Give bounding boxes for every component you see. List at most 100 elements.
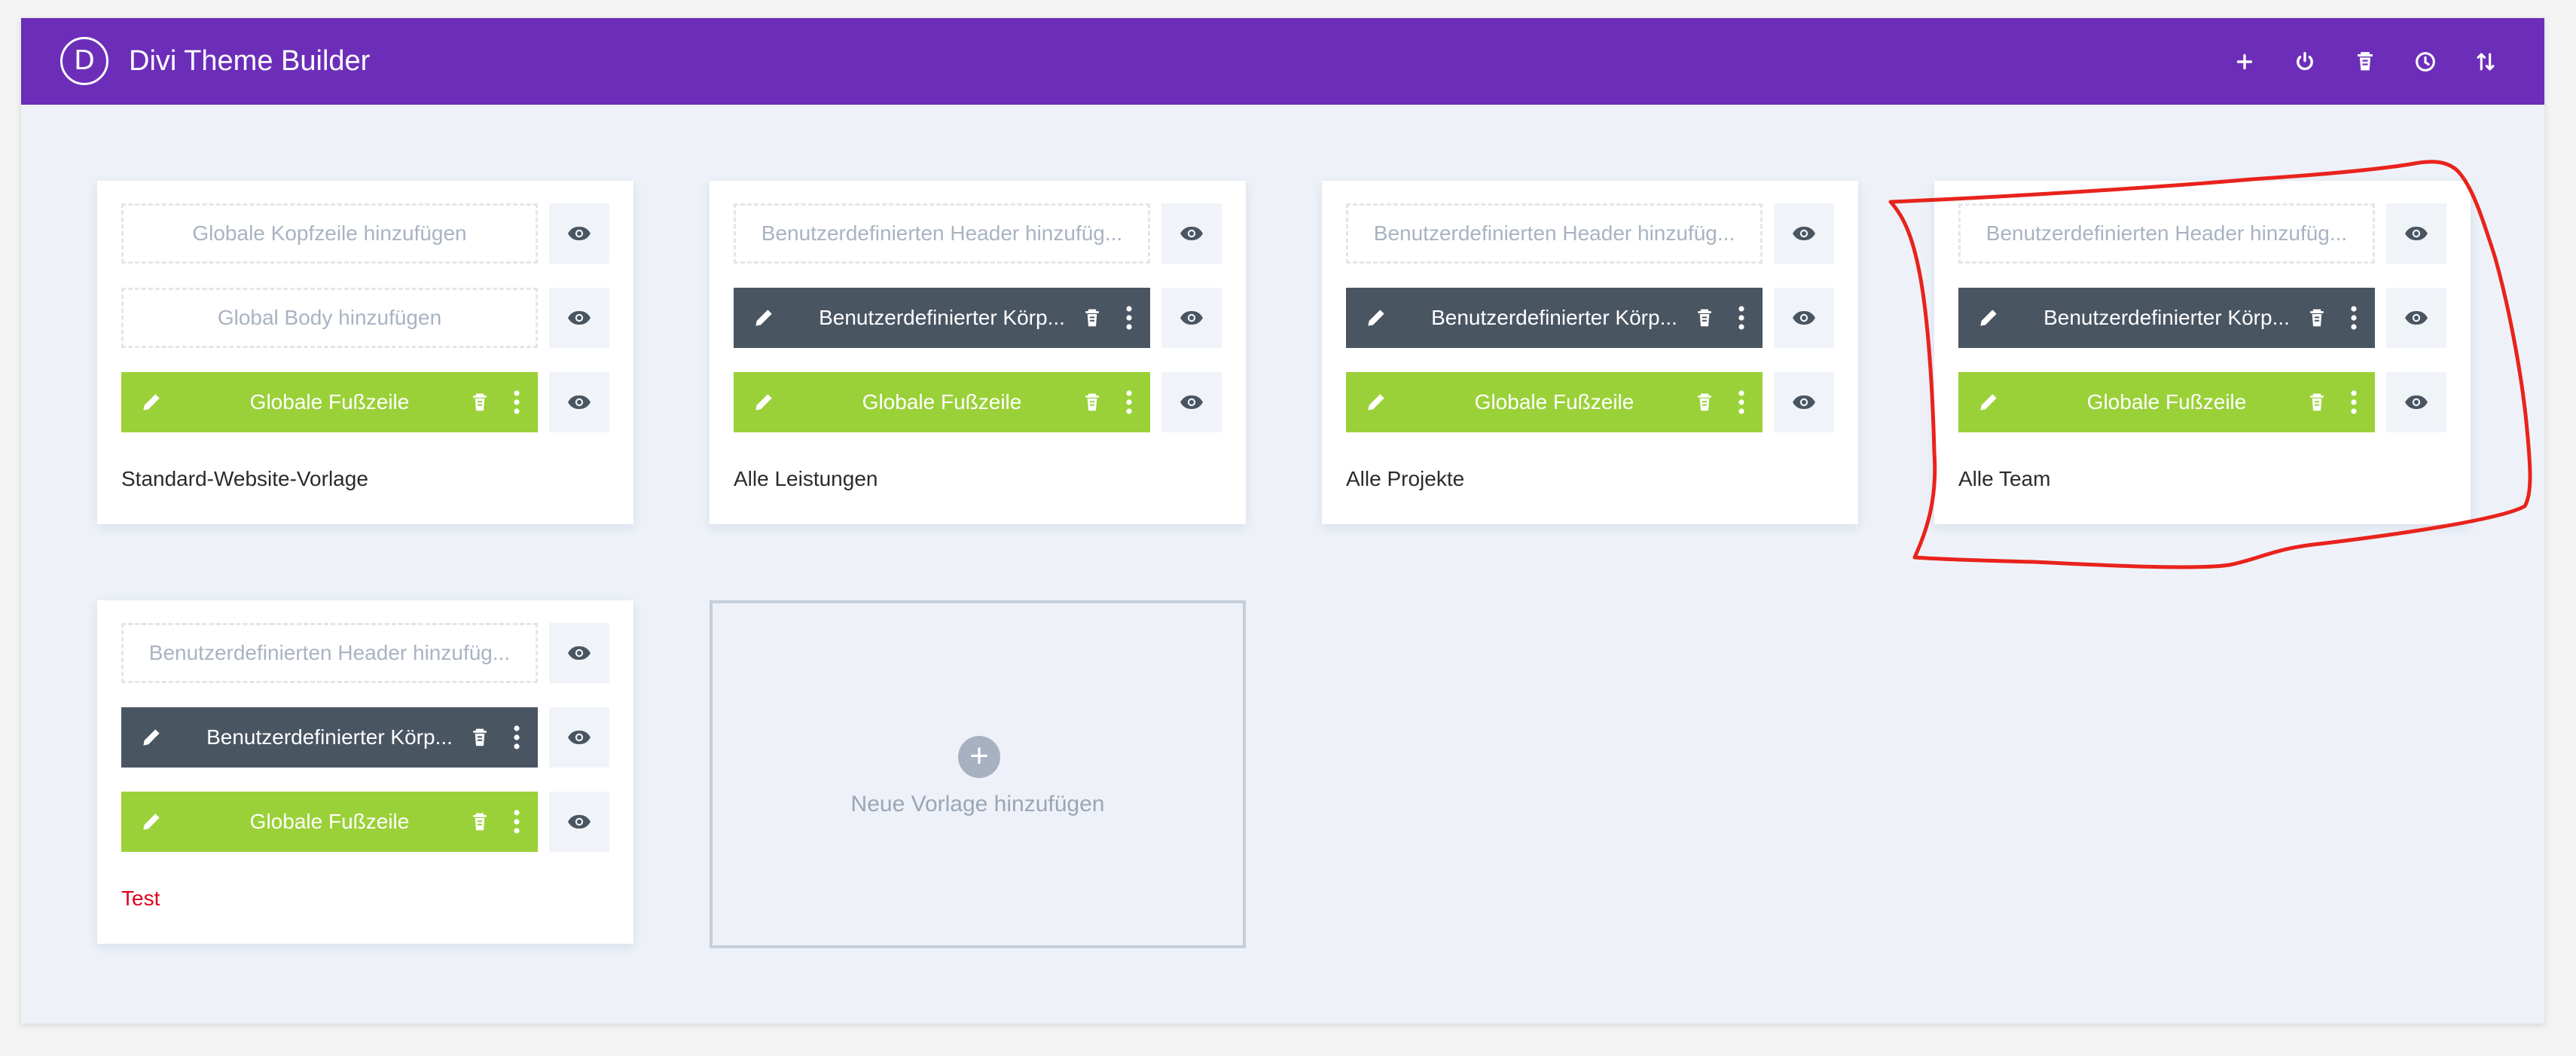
header-label: Benutzerdefinierten Header hinzufüg... xyxy=(148,641,511,664)
top-bar: D Divi Theme Builder xyxy=(21,18,2544,105)
template-title[interactable]: Alle Leistungen xyxy=(734,467,877,491)
new-template-card[interactable]: + Neue Vorlage hinzufügen xyxy=(710,600,1246,948)
trash-icon[interactable] xyxy=(469,810,491,834)
toggle-body-visibility-button[interactable] xyxy=(549,288,609,348)
add-template-button[interactable] xyxy=(2230,47,2260,77)
more-options-icon[interactable] xyxy=(2348,304,2360,331)
pencil-icon xyxy=(1368,310,1384,326)
add-header-slot[interactable]: Globale Kopfzeile hinzufügen xyxy=(121,203,538,264)
template-card: Benutzerdefinierten Header hinzufüg... Be… xyxy=(1322,181,1858,524)
toggle-header-visibility-button[interactable] xyxy=(549,623,609,683)
eye-icon xyxy=(1793,395,1815,409)
trash-icon[interactable] xyxy=(469,725,491,749)
eye-icon xyxy=(1793,311,1815,325)
toggle-footer-visibility-button[interactable] xyxy=(1774,372,1834,432)
footer-label: Globale Fußzeile xyxy=(2086,390,2247,414)
more-options-icon[interactable] xyxy=(1735,389,1747,416)
toggle-body-visibility-button[interactable] xyxy=(549,707,609,768)
eye-icon xyxy=(2405,311,2428,325)
eye-icon xyxy=(568,311,591,325)
body-layout-slot[interactable]: Benutzerdefinierter Körp... xyxy=(1346,288,1763,348)
toggle-footer-visibility-button[interactable] xyxy=(549,792,609,852)
toggle-body-visibility-button[interactable] xyxy=(2386,288,2446,348)
trash-icon[interactable] xyxy=(1081,390,1103,414)
template-title[interactable]: Alle Team xyxy=(1958,467,2050,491)
trash-icon[interactable] xyxy=(2306,390,2328,414)
divi-logo: D xyxy=(60,37,108,85)
pencil-icon xyxy=(755,394,772,410)
eye-icon xyxy=(2405,227,2428,240)
eye-icon xyxy=(1180,227,1203,240)
add-header-slot[interactable]: Benutzerdefinierten Header hinzufüg... xyxy=(121,623,538,683)
header-label: Benutzerdefinierten Header hinzufüg... xyxy=(1373,221,1735,245)
toggle-footer-visibility-button[interactable] xyxy=(1161,372,1222,432)
footer-layout-slot[interactable]: Globale Fußzeile xyxy=(1346,372,1763,432)
plus-icon: + xyxy=(958,736,1000,778)
toggle-header-visibility-button[interactable] xyxy=(2386,203,2446,264)
eye-icon xyxy=(568,227,591,240)
more-options-icon[interactable] xyxy=(511,808,523,835)
template-title[interactable]: Test xyxy=(121,887,160,911)
toggle-header-visibility-button[interactable] xyxy=(549,203,609,264)
history-button[interactable] xyxy=(2410,47,2440,77)
trash-icon[interactable] xyxy=(1693,306,1716,330)
body-layout-slot[interactable]: Benutzerdefinierter Körp... xyxy=(734,288,1150,348)
toggle-header-visibility-button[interactable] xyxy=(1774,203,1834,264)
add-header-slot[interactable]: Benutzerdefinierten Header hinzufüg... xyxy=(1346,203,1763,264)
clear-button[interactable] xyxy=(2350,47,2380,77)
footer-label: Globale Fußzeile xyxy=(249,390,410,414)
app-title: Divi Theme Builder xyxy=(129,45,371,77)
body-layout-slot[interactable]: Benutzerdefinierter Körp... xyxy=(121,707,538,768)
add-body-slot[interactable]: Global Body hinzufügen xyxy=(121,288,538,348)
toggle-footer-visibility-button[interactable] xyxy=(549,372,609,432)
more-options-icon[interactable] xyxy=(511,389,523,416)
pencil-icon xyxy=(1368,394,1384,410)
body-label: Benutzerdefinierter Körp... xyxy=(206,725,453,749)
eye-icon xyxy=(568,395,591,409)
eye-icon xyxy=(568,731,591,744)
history-icon xyxy=(2416,51,2435,72)
template-title[interactable]: Standard-Website-Vorlage xyxy=(121,467,368,491)
sort-button[interactable] xyxy=(2471,47,2501,77)
trash-icon xyxy=(2358,51,2373,70)
footer-layout-slot[interactable]: Globale Fußzeile xyxy=(1958,372,2375,432)
template-title[interactable]: Alle Projekte xyxy=(1346,467,1464,491)
portability-button[interactable] xyxy=(2290,47,2320,77)
trash-icon[interactable] xyxy=(2306,306,2328,330)
trash-icon[interactable] xyxy=(1081,306,1103,330)
toggle-footer-visibility-button[interactable] xyxy=(2386,372,2446,432)
pencil-icon xyxy=(755,310,772,326)
pencil-icon xyxy=(1980,394,1997,410)
add-header-slot[interactable]: Benutzerdefinierten Header hinzufüg... xyxy=(734,203,1150,264)
more-options-icon[interactable] xyxy=(2348,389,2360,416)
footer-layout-slot[interactable]: Globale Fußzeile xyxy=(121,792,538,852)
more-options-icon[interactable] xyxy=(1735,304,1747,331)
more-options-icon[interactable] xyxy=(511,724,523,751)
body-layout-slot[interactable]: Benutzerdefinierter Körp... xyxy=(1958,288,2375,348)
toggle-body-visibility-button[interactable] xyxy=(1774,288,1834,348)
header-label: Benutzerdefinierten Header hinzufüg... xyxy=(761,221,1123,245)
header-label: Benutzerdefinierten Header hinzufüg... xyxy=(1985,221,2348,245)
pencil-icon xyxy=(143,394,160,410)
new-template-label: Neue Vorlage hinzufügen xyxy=(850,792,1105,816)
eye-icon xyxy=(2405,395,2428,409)
plus-icon xyxy=(2236,53,2253,69)
pencil-icon xyxy=(143,813,160,830)
footer-layout-slot[interactable]: Globale Fußzeile xyxy=(734,372,1150,432)
eye-icon xyxy=(1180,311,1203,325)
template-card: Benutzerdefinierten Header hinzufüg... Be… xyxy=(1934,181,2471,524)
trash-icon[interactable] xyxy=(469,390,491,414)
eye-icon xyxy=(1793,227,1815,240)
footer-label: Globale Fußzeile xyxy=(249,810,410,833)
trash-icon[interactable] xyxy=(1693,390,1716,414)
more-options-icon[interactable] xyxy=(1123,389,1135,416)
footer-layout-slot[interactable]: Globale Fußzeile xyxy=(121,372,538,432)
footer-label: Globale Fußzeile xyxy=(1474,390,1634,414)
body-label: Global Body hinzufügen xyxy=(217,306,442,329)
more-options-icon[interactable] xyxy=(1123,304,1135,331)
toggle-body-visibility-button[interactable] xyxy=(1161,288,1222,348)
toggle-header-visibility-button[interactable] xyxy=(1161,203,1222,264)
eye-icon xyxy=(568,646,591,660)
eye-icon xyxy=(1180,395,1203,409)
add-header-slot[interactable]: Benutzerdefinierten Header hinzufüg... xyxy=(1958,203,2375,264)
